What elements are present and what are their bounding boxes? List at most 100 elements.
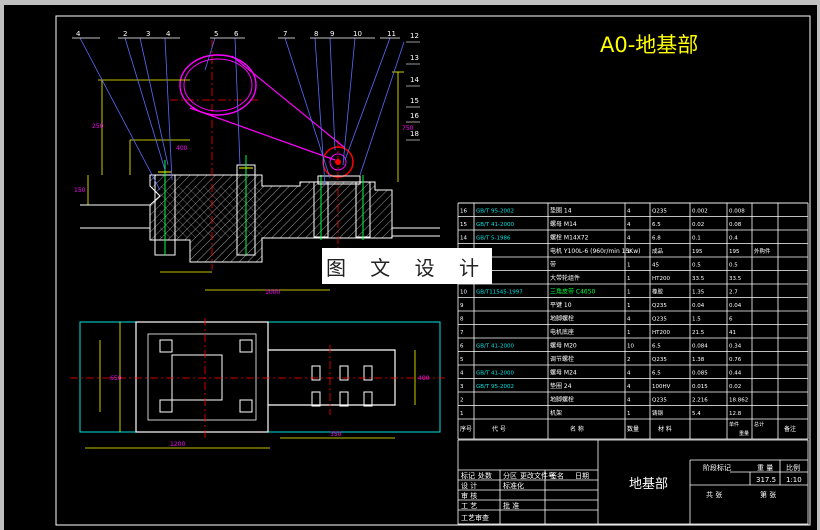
- table-cell-material: 100HV: [652, 384, 671, 390]
- part-name: 地基部: [629, 477, 668, 492]
- table-cell-qty: 4: [627, 317, 631, 323]
- table-cell-code: GB/T 5-1986: [476, 236, 511, 242]
- table-cell-name: 螺母 M24: [550, 369, 577, 377]
- table-cell-total: 0.008: [729, 209, 745, 215]
- tb-label: 签名: [550, 471, 564, 480]
- table-cell-material: Q235: [652, 303, 667, 309]
- table-cell-no: 7: [460, 330, 464, 336]
- table-cell-material: 橡胶: [652, 288, 664, 296]
- table-cell-qty: 1: [627, 263, 631, 269]
- table-cell-no: 16: [460, 209, 467, 215]
- table-cell-unit: 33.5: [692, 276, 705, 282]
- sheet-label: 第 张: [760, 490, 776, 499]
- table-header: 名 称: [570, 425, 584, 433]
- table-cell-code: GB/T 41-2000: [476, 222, 514, 228]
- table-cell-qty: 4: [627, 384, 631, 390]
- table-cell-no: 4: [460, 371, 464, 377]
- watermark: 图 文 设 计: [322, 248, 492, 284]
- table-cell-name: 调节螺栓: [550, 355, 574, 363]
- callout-number: 5: [214, 30, 218, 38]
- table-cell-name: 垫圈 14: [550, 207, 572, 215]
- callout-number: 13: [410, 54, 419, 62]
- dim-label: 400: [176, 145, 188, 152]
- tb-label: 审 核: [461, 491, 477, 500]
- callout-number: 14: [410, 76, 419, 84]
- table-cell-material: 成品: [652, 247, 664, 255]
- table-cell-qty: 1: [627, 290, 631, 296]
- table-cell-qty: 1: [627, 411, 631, 417]
- table-cell-qty: 2: [627, 357, 631, 363]
- table-cell-name: 带: [550, 261, 556, 269]
- weight-label: 重 量: [757, 464, 773, 472]
- table-cell-code: GB/T 41-2000: [476, 344, 514, 350]
- table-cell-name: 地脚螺栓: [550, 396, 574, 404]
- dim-label: 1000: [265, 289, 280, 296]
- table-cell-total: 0.44: [729, 371, 742, 377]
- table-cell-unit: 0.002: [692, 209, 708, 215]
- table-cell-unit: 0.1: [692, 236, 701, 242]
- table-cell-name: 大带轮组件: [550, 274, 580, 282]
- dim-label: 350: [330, 431, 342, 438]
- table-cell-name: 机架: [550, 409, 562, 417]
- callout-number: 18: [410, 130, 419, 138]
- table-cell-no: 15: [460, 222, 467, 228]
- table-cell-total: 2.7: [729, 290, 738, 296]
- table-cell-qty: 4: [627, 236, 631, 242]
- table-header: 材 料: [658, 425, 672, 433]
- dim-label: 150: [74, 187, 86, 194]
- table-header: 重量: [739, 430, 749, 437]
- table-cell-unit: 0.5: [692, 263, 701, 269]
- table-cell-unit: 1.38: [692, 357, 705, 363]
- table-cell-code: GB/T11545-1997: [476, 290, 523, 296]
- table-cell-unit: 1.35: [692, 290, 705, 296]
- table-cell-total: 0.08: [729, 222, 742, 228]
- drawing-title: A0-地基部: [600, 33, 698, 57]
- callout-number: 8: [314, 30, 318, 38]
- table-cell-no: 2: [460, 398, 464, 404]
- tb-label: 设 计: [461, 481, 477, 490]
- table-cell-code: GB/T 41-2000: [476, 371, 514, 377]
- callout-number: 10: [353, 30, 362, 38]
- table-cell-no: 9: [460, 303, 464, 309]
- table-cell-total: 0.4: [729, 236, 738, 242]
- table-cell-no: 1: [460, 411, 464, 417]
- table-cell-material: 6.8: [652, 236, 661, 242]
- table-cell-material: 6.5: [652, 222, 661, 228]
- table-cell-total: 0.02: [729, 384, 741, 390]
- table-cell-name: 平键 10: [550, 301, 572, 309]
- table-cell-no: 14: [460, 236, 467, 242]
- dim-label: 400: [418, 375, 430, 382]
- sheets-label: 共 张: [706, 490, 722, 499]
- table-cell-unit: 0.04: [692, 303, 705, 309]
- table-cell-total: 41: [729, 330, 736, 336]
- table-header: 序号: [460, 425, 472, 433]
- callout-number: 9: [330, 30, 334, 38]
- table-cell-material: 6.5: [652, 344, 661, 350]
- table-cell-unit: 21.5: [692, 330, 705, 336]
- table-cell-material: Q235: [652, 209, 667, 215]
- table-cell-qty: 1: [627, 249, 631, 255]
- table-cell-qty: 10: [627, 344, 634, 350]
- callout-number: 15: [410, 97, 419, 105]
- callout-number: 2: [123, 30, 127, 38]
- table-cell-qty: 4: [627, 209, 631, 215]
- table-cell-unit: 195: [692, 249, 703, 255]
- table-cell-name: 垫圈 24: [550, 382, 572, 390]
- table-cell-material: 45: [652, 263, 659, 269]
- table-cell-name: 螺栓 M14X72: [550, 234, 589, 242]
- table-cell-qty: 1: [627, 330, 631, 336]
- table-cell-material: HT200: [652, 330, 670, 336]
- tb-label: 分区: [503, 471, 517, 480]
- callout-number: 4: [166, 30, 171, 38]
- table-cell-qty: 4: [627, 398, 631, 404]
- table-cell-no: 8: [460, 317, 464, 323]
- table-cell-unit: 5.4: [692, 411, 701, 417]
- callout-number: 12: [410, 32, 419, 40]
- callout-number: 6: [234, 30, 239, 38]
- callout-number: 3: [146, 30, 150, 38]
- table-header: 备注: [784, 425, 796, 433]
- table-cell-material: 铸钢: [652, 409, 664, 417]
- table-cell-material: HT200: [652, 276, 670, 282]
- table-cell-code: GB/T 95-2002: [476, 384, 514, 390]
- dim-label: 250: [92, 123, 104, 130]
